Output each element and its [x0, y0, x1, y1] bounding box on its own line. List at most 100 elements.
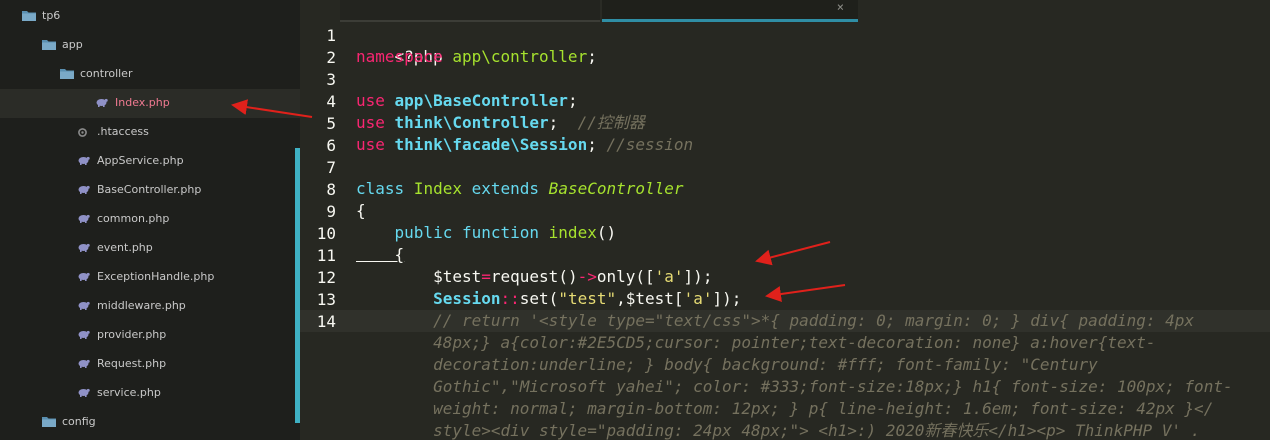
tree-item[interactable]: .htaccess [0, 118, 300, 147]
php-elephant-icon [78, 155, 90, 165]
tree-item-label: ExceptionHandle.php [97, 270, 215, 283]
tab-inactive[interactable]: × [602, 0, 858, 22]
code-line-14-wrap: style><div style="padding: 24px 48px;"> … [356, 421, 1201, 440]
code-token: public [356, 223, 453, 242]
tab-bar: × [340, 0, 858, 22]
folder-icon [22, 10, 36, 21]
code-line-14-wrap: decoration:underline; } body{ background… [356, 355, 1098, 374]
code-token: ]); [683, 267, 713, 286]
code-token: -> [577, 267, 597, 286]
tree-item[interactable]: app [0, 31, 300, 60]
line-number: 7 [326, 158, 336, 177]
line-number: 2 [326, 48, 336, 67]
folder-icon [60, 68, 74, 79]
php-elephant-icon [78, 358, 90, 368]
tree-item[interactable]: Request.php [0, 350, 300, 379]
code-token: use [356, 135, 385, 154]
code-token: ; [587, 47, 597, 66]
line-number: 6 [326, 136, 336, 155]
code-line-2: namespace app\controller; [356, 46, 597, 68]
tree-item[interactable]: Index.php [0, 89, 300, 118]
tab-active[interactable] [340, 0, 600, 22]
code-token: app\BaseController [384, 91, 568, 110]
php-elephant-icon [78, 329, 90, 339]
code-line-8: class Index extends BaseController [356, 178, 684, 200]
tree-item[interactable]: tp6 [0, 2, 300, 31]
code-token: [ [673, 289, 684, 308]
code-editor[interactable]: × 1 2 3 4 5 6 7 8 9 10 11 12 13 14 <?php namespace ap… [300, 0, 1270, 440]
tree-item[interactable]: service.php [0, 379, 300, 408]
code-line-11: { [356, 244, 405, 266]
line-number: 4 [326, 92, 336, 111]
code-token: app\controller [442, 47, 588, 66]
tree-item[interactable]: config [0, 408, 300, 437]
code-token: index [539, 223, 597, 242]
folder-icon [42, 39, 56, 50]
line-number: 8 [326, 180, 336, 199]
php-elephant-icon [78, 213, 90, 223]
tree-item[interactable]: provider.php [0, 321, 300, 350]
line-number: 10 [316, 224, 336, 243]
code-token: think\facade\Session [384, 135, 588, 154]
php-elephant-icon [78, 387, 90, 397]
tree-item[interactable]: controller [0, 60, 300, 89]
code-token: extends [471, 179, 540, 198]
code-token: Index [404, 179, 472, 198]
tree-item-label: tp6 [42, 9, 61, 22]
tree-item[interactable]: event.php [0, 234, 300, 263]
tree-item-label: common.php [97, 212, 170, 225]
code-line-14-wrap: weight: normal; margin-bottom: 12px; } p… [356, 399, 1214, 418]
php-elephant-icon [78, 242, 90, 252]
tree-item-label: service.php [97, 386, 161, 399]
code-token: () [558, 267, 578, 286]
tree-item-label: provider.php [97, 328, 167, 341]
code-token: ( [548, 289, 559, 308]
tree-item[interactable]: middleware.php [0, 292, 300, 321]
tab-close-icon[interactable]: × [837, 0, 844, 14]
file-tree-sidebar: tp6 app controller Index.php .htaccess AppSer… [0, 0, 300, 440]
code-token: only [596, 267, 636, 286]
code-token: 'a' [654, 267, 684, 286]
tree-item[interactable]: common.php [0, 205, 300, 234]
code-token: $test [625, 289, 674, 308]
tree-item-label: .htaccess [97, 125, 149, 138]
tree-item[interactable]: AppService.php [0, 147, 300, 176]
code-token: () [596, 223, 617, 242]
code-token: ([ [635, 267, 655, 286]
code-token: ; [587, 135, 607, 154]
line-number: 5 [326, 114, 336, 133]
code-token: namespace [356, 47, 443, 66]
code-line-9: { [356, 200, 366, 222]
code-comment: //控制器 [577, 113, 645, 132]
code-line-13: Session::set("test",$test['a']); [356, 288, 741, 310]
line-number: 3 [326, 70, 336, 89]
code-token: "test" [558, 289, 617, 308]
gear-icon [78, 128, 87, 137]
code-token: { [356, 201, 366, 220]
code-token: $test [356, 267, 482, 286]
tree-item[interactable]: ExceptionHandle.php [0, 263, 300, 292]
code-token: use [356, 91, 385, 110]
line-number: 11 [316, 246, 336, 265]
code-token: ; [567, 91, 578, 110]
code-line-6: use think\facade\Session; //session [356, 134, 693, 156]
code-token: use [356, 113, 385, 132]
code-line-12: $test=request()->only(['a']); [356, 266, 712, 288]
line-number: 9 [326, 202, 336, 221]
tree-item-label: config [62, 415, 96, 428]
tree-item-label: app [62, 38, 83, 51]
tree-item-label: controller [80, 67, 133, 80]
php-elephant-icon [78, 300, 90, 310]
code-line-14: // return '<style type="text/css">*{ pad… [356, 311, 1195, 330]
code-token: , [616, 289, 626, 308]
code-line-14-wrap: Gothic","Microsoft yahei"; color: #333;f… [356, 377, 1233, 396]
line-number: 13 [316, 290, 336, 309]
tree-item-label: AppService.php [97, 154, 184, 167]
code-token: ]); [712, 289, 742, 308]
tree-item[interactable]: BaseController.php [0, 176, 300, 205]
code-token: 'a' [683, 289, 713, 308]
code-token: :: [500, 289, 520, 308]
tree-item-label: Request.php [97, 357, 167, 370]
php-elephant-icon [78, 271, 90, 281]
code-token: set [519, 289, 549, 308]
